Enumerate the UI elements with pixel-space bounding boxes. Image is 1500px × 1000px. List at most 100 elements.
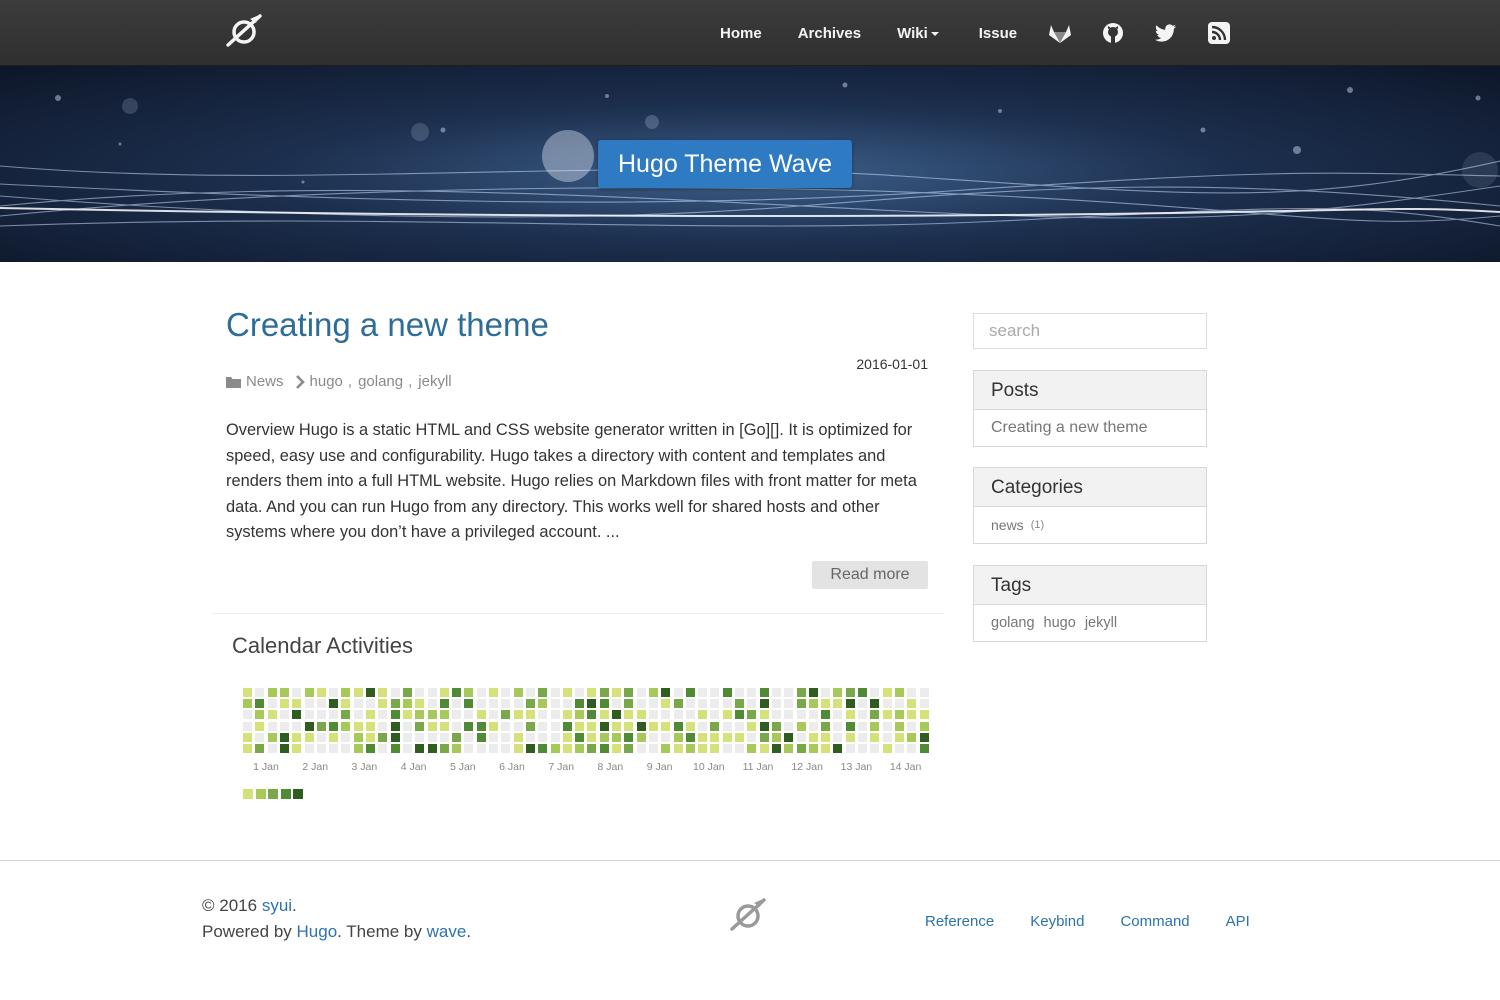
theme-by-text: . Theme by <box>337 921 422 941</box>
calendar-cell <box>427 721 437 731</box>
calendar-cell <box>685 744 695 753</box>
calendar-cell <box>882 710 892 720</box>
nav-wiki-dropdown[interactable]: Wiki <box>897 25 939 42</box>
post-tag[interactable]: hugo <box>310 373 343 390</box>
calendar-cell <box>845 744 855 753</box>
calendar-cell <box>673 699 683 709</box>
calendar-cell <box>525 710 535 720</box>
footer-link-reference[interactable]: Reference <box>925 913 994 930</box>
category-link-news[interactable]: news <box>991 517 1024 533</box>
calendar-cell <box>919 732 929 742</box>
calendar-cell <box>292 744 302 753</box>
post-date: 2016-01-01 <box>856 356 928 372</box>
calendar-cell <box>366 744 375 753</box>
calendar-title: Calendar Activities <box>232 633 413 658</box>
calendar-cell <box>452 699 462 709</box>
calendar-cell <box>489 721 498 731</box>
tag-link[interactable]: hugo <box>1044 615 1076 631</box>
calendar-cell <box>821 710 831 720</box>
post-tag[interactable]: golang <box>358 373 403 390</box>
calendar-cell <box>476 732 486 742</box>
calendar-cell <box>329 732 339 742</box>
tag-separator: , <box>408 373 413 390</box>
post-tag[interactable]: jekyll <box>418 373 451 390</box>
calendar-cell <box>784 721 794 731</box>
calendar-cell <box>784 744 794 753</box>
footer-link-keybind[interactable]: Keybind <box>1030 913 1084 930</box>
wave-link[interactable]: wave <box>427 922 467 941</box>
calendar-cell <box>759 688 769 697</box>
calendar-cell <box>304 710 314 720</box>
calendar-legend-swatch <box>280 789 291 799</box>
calendar-cell <box>255 744 265 753</box>
nav-home[interactable]: Home <box>720 25 762 42</box>
tags-panel: Tags golang hugo jekyll <box>973 565 1207 642</box>
calendar-cell <box>907 744 917 753</box>
calendar-cell <box>771 710 781 720</box>
read-more-button[interactable]: Read more <box>812 561 928 589</box>
calendar-day-label: 7 Jan <box>548 761 575 773</box>
calendar-cell <box>747 732 757 742</box>
caret-down-icon <box>930 31 939 36</box>
site-title-badge[interactable]: Hugo Theme Wave <box>598 140 852 188</box>
calendar-cell <box>243 721 252 731</box>
calendar-cell <box>279 710 289 720</box>
calendar-cell <box>464 688 474 697</box>
posts-panel: Posts Creating a new theme <box>973 370 1207 447</box>
calendar-cell <box>612 732 621 742</box>
calendar-cell <box>599 744 609 753</box>
calendar-cell <box>267 699 277 709</box>
calendar-cell <box>501 744 511 753</box>
calendar-cell <box>525 744 535 753</box>
tag-link[interactable]: jekyll <box>1085 615 1117 631</box>
recent-post-link[interactable]: Creating a new theme <box>991 419 1148 437</box>
calendar-cell <box>439 744 449 753</box>
twitter-icon[interactable] <box>1153 20 1179 46</box>
calendar-cell <box>771 688 781 697</box>
calendar-cell <box>882 688 892 697</box>
nav-archives[interactable]: Archives <box>798 25 861 42</box>
calendar-cell <box>489 744 498 753</box>
calendar-cell <box>648 699 658 709</box>
footer-logo[interactable] <box>730 897 768 933</box>
calendar-cell <box>255 732 265 742</box>
calendar-cell <box>894 688 904 697</box>
calendar-cell <box>550 688 560 697</box>
calendar-cell <box>648 721 658 731</box>
footer-link-api[interactable]: API <box>1226 913 1250 930</box>
nav-issue[interactable]: Issue <box>979 25 1017 42</box>
calendar-cell <box>415 744 425 753</box>
calendar-cell <box>845 699 855 709</box>
hugo-link[interactable]: Hugo <box>297 922 338 941</box>
calendar-cell <box>402 732 412 742</box>
calendar-cell <box>710 744 720 753</box>
footer-link-command[interactable]: Command <box>1120 913 1189 930</box>
calendar-cell <box>698 732 708 742</box>
calendar-cell <box>894 699 904 709</box>
calendar-cell <box>550 721 560 731</box>
calendar-day-label: 11 Jan <box>742 761 774 773</box>
calendar-cell <box>329 688 339 697</box>
calendar-cell <box>722 699 732 709</box>
calendar-cell <box>599 732 609 742</box>
rss-icon[interactable] <box>1206 20 1232 46</box>
calendar-cell <box>784 688 794 697</box>
calendar-cell <box>538 744 548 753</box>
calendar-cell <box>587 744 597 753</box>
calendar-cell <box>575 732 585 742</box>
search-input[interactable] <box>973 313 1207 349</box>
post-category[interactable]: News <box>246 373 284 390</box>
github-icon[interactable] <box>1100 20 1126 46</box>
calendar-cell <box>316 721 326 731</box>
author-link[interactable]: syui <box>262 896 292 915</box>
calendar-cell <box>243 732 252 742</box>
calendar-cell <box>845 710 855 720</box>
post-title[interactable]: Creating a new theme <box>226 306 549 344</box>
site-logo[interactable] <box>226 13 264 49</box>
tag-link[interactable]: golang <box>991 615 1035 631</box>
calendar-cell <box>636 721 646 731</box>
calendar-cell <box>489 710 498 720</box>
calendar-cell <box>771 744 781 753</box>
gitlab-icon[interactable] <box>1047 20 1073 46</box>
calendar-cell <box>550 699 560 709</box>
